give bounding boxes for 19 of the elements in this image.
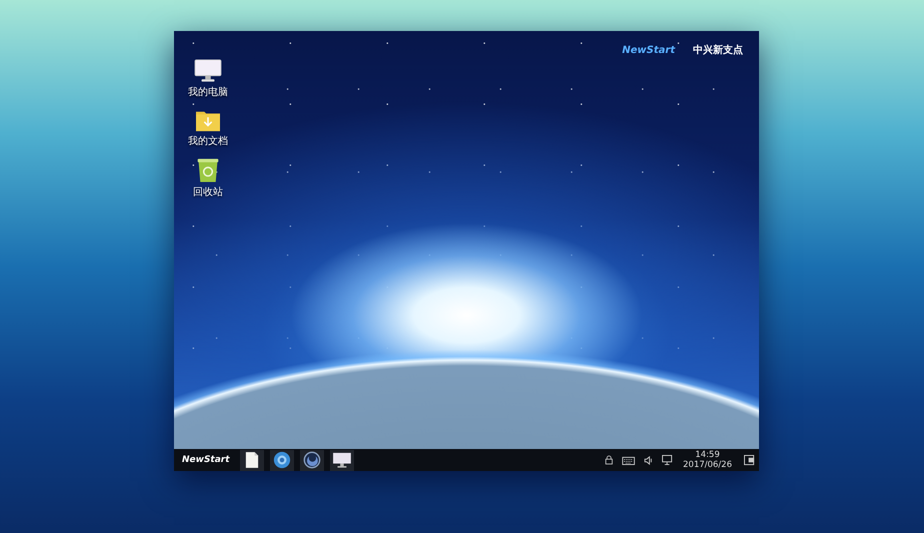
clock-time: 14:59 (695, 450, 720, 460)
logout-icon[interactable] (744, 454, 755, 466)
recycle-bin-icon[interactable] (196, 157, 220, 183)
desktop-icon-label[interactable]: 回收站 (193, 185, 223, 199)
desktop-icon-label[interactable]: 我的文档 (188, 134, 228, 148)
speaker-icon[interactable] (644, 456, 653, 464)
computer-icon[interactable] (194, 59, 222, 83)
keyboard-icon[interactable] (622, 456, 635, 464)
network-monitor-icon[interactable] (662, 455, 673, 465)
start-button[interactable]: NewStart (178, 455, 234, 465)
lock-icon[interactable] (605, 455, 613, 465)
brand-logo-text: NewStart (622, 44, 675, 56)
clock-date: 2017/06/26 (683, 460, 732, 470)
monitor-app-button[interactable] (330, 450, 354, 470)
document-app-button[interactable] (240, 450, 264, 470)
crescent-circle-app-button[interactable] (300, 450, 324, 470)
brand-title: 中兴新支点 (692, 43, 744, 57)
disc-app-button[interactable] (270, 450, 294, 470)
desktop-icon-label[interactable]: 我的电脑 (188, 85, 228, 99)
